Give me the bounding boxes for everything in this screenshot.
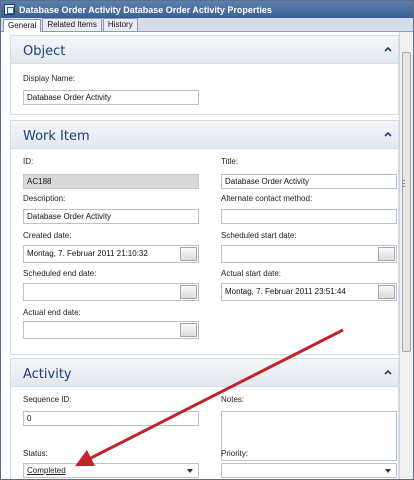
- scheduled-start-picker[interactable]: [221, 245, 397, 263]
- display-name-field[interactable]: Database Order Activity: [23, 90, 199, 105]
- activity-section-title: Activity: [23, 367, 72, 382]
- title-label: Title:: [221, 157, 239, 166]
- created-date-value: Montag, 7. Februar 2011 21:10:32: [27, 249, 148, 258]
- activity-section: Activity Sequence ID: 0 Notes: Status: C…: [10, 358, 399, 479]
- tab-general[interactable]: General: [3, 19, 42, 32]
- priority-dropdown[interactable]: [221, 463, 397, 478]
- sequence-id-field[interactable]: 0: [23, 411, 199, 426]
- calendar-dropdown-button[interactable]: [180, 247, 197, 261]
- window-title: Database Order Activity Database Order A…: [19, 4, 272, 15]
- work-item-section: Work Item ID: AC188 Title: Database Orde…: [10, 120, 399, 355]
- tab-strip: General Related Items History: [1, 18, 413, 32]
- vertical-scrollbar[interactable]: [399, 32, 413, 479]
- actual-start-picker[interactable]: Montag, 7. Februar 2011 23:51:44: [221, 283, 397, 301]
- id-field: AC188: [23, 174, 199, 189]
- description-field[interactable]: Database Order Activity: [23, 209, 199, 224]
- activity-section-header[interactable]: Activity: [11, 359, 398, 387]
- grip-icon: [402, 183, 405, 184]
- status-label: Status:: [23, 449, 48, 458]
- object-section-title: Object: [23, 44, 66, 59]
- status-value: Completed: [27, 466, 66, 475]
- actual-end-label: Actual end date:: [23, 308, 81, 317]
- scheduled-end-label: Scheduled end date:: [23, 269, 97, 278]
- collapse-icon[interactable]: [384, 369, 392, 375]
- notes-label: Notes:: [221, 395, 245, 404]
- grip-icon: [402, 186, 405, 187]
- sequence-id-label: Sequence ID:: [23, 395, 72, 404]
- actual-start-value: Montag, 7. Februar 2011 23:51:44: [225, 287, 346, 296]
- scheduled-end-picker[interactable]: [23, 283, 199, 301]
- chevron-down-icon: [187, 469, 193, 473]
- created-date-picker[interactable]: Montag, 7. Februar 2011 21:10:32: [23, 245, 199, 263]
- display-name-label: Display Name:: [23, 74, 76, 83]
- actual-end-picker[interactable]: [23, 321, 199, 339]
- work-item-section-header[interactable]: Work Item: [11, 121, 398, 149]
- work-item-section-title: Work Item: [23, 129, 90, 144]
- chevron-down-icon: [385, 469, 391, 473]
- scrollbar-thumb[interactable]: [402, 52, 411, 352]
- alternate-contact-field[interactable]: [221, 209, 397, 224]
- tab-related-items[interactable]: Related Items: [42, 18, 102, 31]
- alternate-contact-label: Alternate contact method:: [221, 194, 313, 203]
- collapse-icon[interactable]: [384, 131, 392, 137]
- calendar-dropdown-button[interactable]: [378, 285, 395, 299]
- grip-icon: [402, 180, 405, 181]
- description-label: Description:: [23, 194, 66, 203]
- title-field[interactable]: Database Order Activity: [221, 174, 397, 189]
- created-date-label: Created date:: [23, 231, 72, 240]
- properties-window: Database Order Activity Database Order A…: [0, 0, 414, 480]
- window-icon: [4, 4, 15, 15]
- scheduled-start-label: Scheduled start date:: [221, 231, 297, 240]
- priority-label: Priority:: [221, 449, 249, 458]
- object-section-header[interactable]: Object: [11, 36, 398, 64]
- calendar-dropdown-button[interactable]: [180, 285, 197, 299]
- calendar-dropdown-button[interactable]: [180, 323, 197, 337]
- collapse-icon[interactable]: [384, 46, 392, 52]
- calendar-dropdown-button[interactable]: [378, 247, 395, 261]
- object-section: Object Display Name: Database Order Acti…: [10, 35, 399, 115]
- form-content: Object Display Name: Database Order Acti…: [1, 32, 399, 479]
- id-label: ID:: [23, 157, 34, 166]
- actual-start-label: Actual start date:: [221, 269, 282, 278]
- status-dropdown[interactable]: Completed: [23, 463, 199, 478]
- tab-history[interactable]: History: [102, 18, 138, 31]
- title-bar: Database Order Activity Database Order A…: [1, 1, 413, 18]
